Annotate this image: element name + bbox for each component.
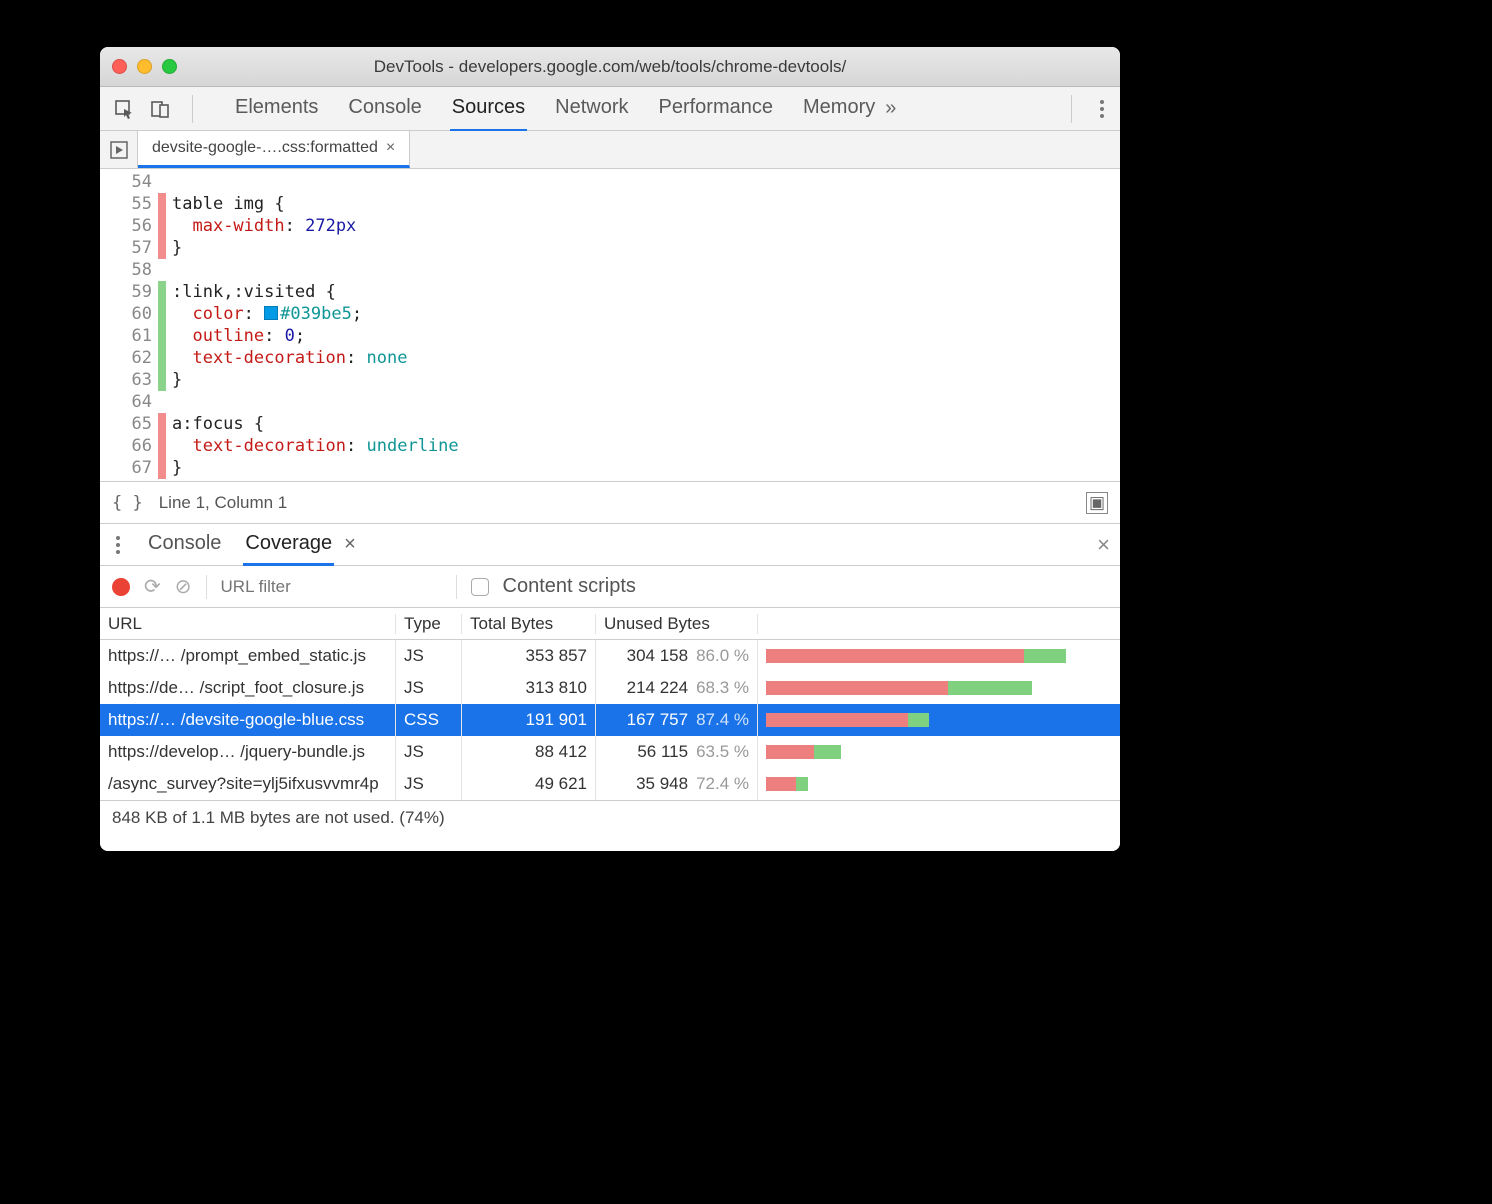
cell-url: /async_survey?site=ylj5ifxusvvmr4p <box>100 768 396 800</box>
file-tab[interactable]: devsite-google-….css:formatted × <box>138 131 410 168</box>
close-drawer-icon[interactable]: × <box>1097 532 1110 558</box>
cell-url: https://develop… /jquery-bundle.js <box>100 736 396 768</box>
cell-type: JS <box>396 640 462 672</box>
separator <box>192 95 193 123</box>
url-filter-input[interactable] <box>221 577 442 597</box>
main-toolbar: Elements Console Sources Network Performance… <box>100 87 1120 131</box>
source-editor[interactable]: 545556575859606162636465666768 table img… <box>100 169 1120 481</box>
inspect-element-icon[interactable] <box>110 95 138 123</box>
cell-bar <box>758 736 1120 768</box>
table-header: URLTypeTotal BytesUnused Bytes <box>100 608 1120 640</box>
content-scripts-label: Content scripts <box>503 575 636 598</box>
drawer: ConsoleCoverage × × ⟳ ⊘ Content scripts … <box>100 523 1120 851</box>
window-title: DevTools - developers.google.com/web/too… <box>100 57 1120 77</box>
cell-total: 88 412 <box>462 736 596 768</box>
close-icon[interactable]: × <box>344 533 356 556</box>
cell-unused: 35 94872.4 % <box>596 768 758 800</box>
cell-type: JS <box>396 672 462 704</box>
cell-unused: 56 11563.5 % <box>596 736 758 768</box>
drawer-tab-coverage[interactable]: Coverage <box>243 524 334 566</box>
cell-total: 313 810 <box>462 672 596 704</box>
settings-menu-icon[interactable] <box>1100 107 1104 111</box>
cell-total: 49 621 <box>462 768 596 800</box>
separator <box>1071 95 1072 123</box>
file-tab-bar: devsite-google-….css:formatted × <box>100 131 1120 169</box>
drawer-tab-console[interactable]: Console <box>146 524 223 566</box>
more-tabs-icon[interactable]: » <box>885 97 896 120</box>
tab-console[interactable]: Console <box>346 86 423 132</box>
reload-icon[interactable]: ⟳ <box>144 574 161 599</box>
panel-tabs: Elements Console Sources Network Performance… <box>233 86 877 132</box>
table-row[interactable]: /async_survey?site=ylj5ifxusvvmr4pJS49 6… <box>100 768 1120 800</box>
cell-type: JS <box>396 736 462 768</box>
table-row[interactable]: https://develop… /jquery-bundle.jsJS88 4… <box>100 736 1120 768</box>
column-header[interactable]: Total Bytes <box>462 614 596 634</box>
cell-url: https://de… /script_foot_closure.js <box>100 672 396 704</box>
clear-icon[interactable]: ⊘ <box>175 574 192 599</box>
titlebar: DevTools - developers.google.com/web/too… <box>100 47 1120 87</box>
table-row[interactable]: https://… /prompt_embed_static.jsJS353 8… <box>100 640 1120 672</box>
coverage-summary: 848 KB of 1.1 MB bytes are not used. (74… <box>100 800 1120 834</box>
separator <box>206 575 207 599</box>
cell-unused: 214 22468.3 % <box>596 672 758 704</box>
content-scripts-checkbox[interactable] <box>471 578 489 596</box>
line-numbers: 545556575859606162636465666768 <box>100 169 158 481</box>
column-header[interactable]: Type <box>396 614 462 634</box>
cell-total: 353 857 <box>462 640 596 672</box>
cell-unused: 167 75787.4 % <box>596 704 758 736</box>
close-icon[interactable]: × <box>386 139 395 157</box>
pretty-print-icon[interactable]: { } <box>112 493 143 513</box>
coverage-table: URLTypeTotal BytesUnused Bytes https://…… <box>100 608 1120 851</box>
code-content: table img { max-width: 272px} :link,:vis… <box>166 169 459 481</box>
cell-type: CSS <box>396 704 462 736</box>
record-button[interactable] <box>112 578 130 596</box>
cell-bar <box>758 640 1120 672</box>
tab-network[interactable]: Network <box>553 86 630 132</box>
device-toolbar-icon[interactable] <box>146 95 174 123</box>
coverage-toolbar: ⟳ ⊘ Content scripts <box>100 566 1120 608</box>
toggle-sidebar-icon[interactable]: ▣ <box>1086 492 1108 514</box>
cursor-position: Line 1, Column 1 <box>159 493 288 513</box>
tab-performance[interactable]: Performance <box>657 86 776 132</box>
separator <box>456 575 457 599</box>
column-header[interactable]: Unused Bytes <box>596 614 758 634</box>
table-row[interactable]: https://de… /script_foot_closure.jsJS313… <box>100 672 1120 704</box>
cell-total: 191 901 <box>462 704 596 736</box>
drawer-menu-icon[interactable] <box>116 543 120 547</box>
coverage-gutter <box>158 169 166 481</box>
tab-sources[interactable]: Sources <box>450 86 527 132</box>
cell-bar <box>758 768 1120 800</box>
cell-url: https://… /devsite-google-blue.css <box>100 704 396 736</box>
cell-type: JS <box>396 768 462 800</box>
editor-statusbar: { } Line 1, Column 1 ▣ <box>100 481 1120 523</box>
show-navigator-icon[interactable] <box>100 131 138 168</box>
tab-elements[interactable]: Elements <box>233 86 320 132</box>
table-row[interactable]: https://… /devsite-google-blue.cssCSS191… <box>100 704 1120 736</box>
cell-bar <box>758 672 1120 704</box>
cell-bar <box>758 704 1120 736</box>
column-header[interactable]: URL <box>100 614 396 634</box>
file-tab-label: devsite-google-….css:formatted <box>152 139 378 157</box>
drawer-tabs: Console Coverage × × <box>100 524 1120 566</box>
cell-unused: 304 15886.0 % <box>596 640 758 672</box>
devtools-window: DevTools - developers.google.com/web/too… <box>100 47 1120 851</box>
tab-memory[interactable]: Memory <box>801 86 877 132</box>
cell-url: https://… /prompt_embed_static.js <box>100 640 396 672</box>
